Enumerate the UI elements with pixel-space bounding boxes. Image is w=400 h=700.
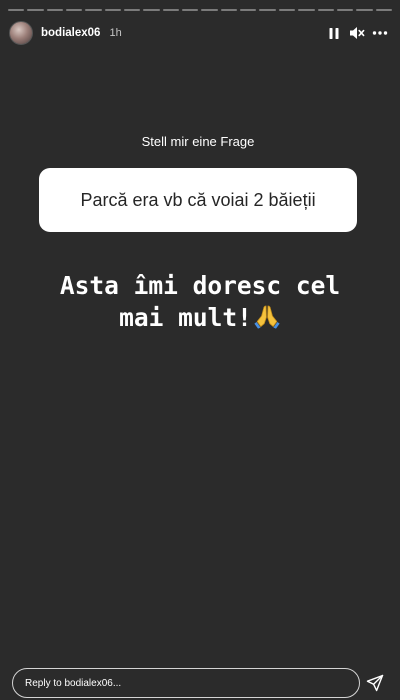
mute-button[interactable] <box>346 22 368 44</box>
question-sticker-title: Stell mir eine Frage <box>141 134 255 149</box>
answer-line-2: mai mult! <box>119 303 252 332</box>
pause-button[interactable] <box>323 22 345 44</box>
progress-segment <box>259 9 276 11</box>
avatar[interactable] <box>9 21 33 45</box>
progress-segment <box>124 9 141 11</box>
progress-segment <box>317 9 334 11</box>
progress-segment <box>240 9 257 11</box>
progress-segment <box>85 9 102 11</box>
question-text: Parcă era vb că voiai 2 băieții <box>80 189 316 210</box>
progress-segment <box>8 9 25 11</box>
more-icon <box>372 31 388 35</box>
send-button[interactable] <box>364 672 386 694</box>
answer-line-2-wrapper: mai mult! <box>20 302 380 337</box>
answer-line-1: Asta îmi doresc cel <box>59 271 341 300</box>
progress-segment <box>162 9 180 11</box>
mute-icon <box>350 27 365 39</box>
progress-segment <box>66 9 83 11</box>
progress-segment <box>298 9 315 11</box>
progress-segment <box>375 9 392 11</box>
progress-segment <box>220 9 238 11</box>
progress-segment <box>356 9 373 11</box>
question-sticker-text-box: Parcă era vb că voiai 2 băieții <box>39 168 357 232</box>
progress-segment <box>182 9 199 11</box>
question-sticker: Stell mir eine Frage Parcă era vb că voi… <box>39 131 357 232</box>
progress-segment <box>46 9 64 11</box>
progress-segment <box>201 9 218 11</box>
reply-placeholder: Reply to bodialex06... <box>25 677 122 689</box>
folded-hands-emoji-icon <box>253 303 281 337</box>
story-header: bodialex06 1h <box>9 20 391 46</box>
reply-input[interactable]: Reply to bodialex06... <box>12 668 360 698</box>
username[interactable]: bodialex06 <box>41 27 100 39</box>
progress-segment <box>143 9 160 11</box>
story-viewer: bodialex06 1h Stell mir eine Frage Parcă… <box>0 0 400 700</box>
progress-segment <box>336 9 354 11</box>
progress-segment <box>104 9 122 11</box>
progress-segment <box>278 9 296 11</box>
post-time: 1h <box>109 27 122 39</box>
more-options-button[interactable] <box>369 22 391 44</box>
send-icon <box>366 674 384 692</box>
answer-caption: Asta îmi doresc cel mai mult! <box>20 270 380 337</box>
progress-segment <box>27 9 44 11</box>
story-progress-bar <box>8 9 392 11</box>
pause-icon <box>329 27 339 39</box>
